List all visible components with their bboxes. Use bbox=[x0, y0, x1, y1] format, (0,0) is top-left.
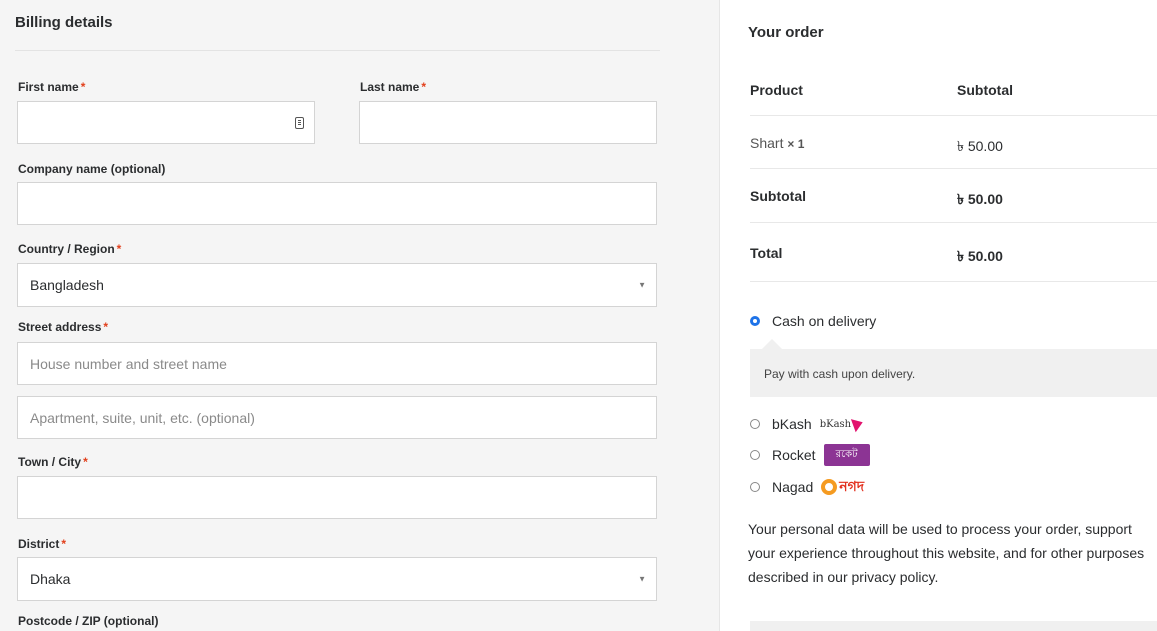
radio-selected-icon[interactable] bbox=[750, 316, 760, 326]
city-label-text: Town / City bbox=[18, 455, 82, 469]
district-label-text: District bbox=[18, 537, 60, 551]
total-value: ৳ 50.00 bbox=[957, 248, 1003, 264]
nagad-swirl-icon bbox=[821, 479, 838, 495]
country-value: Bangladesh bbox=[30, 277, 104, 293]
privacy-policy-link[interactable]: privacy policy bbox=[852, 569, 935, 585]
street-label: Street address * bbox=[18, 320, 108, 334]
row-divider bbox=[750, 115, 1157, 116]
payment-description-box: Pay with cash upon delivery. bbox=[750, 339, 1157, 397]
required-mark: * bbox=[116, 242, 122, 256]
company-label: Company name (optional) bbox=[18, 162, 166, 176]
required-mark: * bbox=[421, 80, 427, 94]
last-name-input[interactable] bbox=[359, 101, 657, 144]
subtotal-value: ৳ 50.00 bbox=[957, 191, 1003, 207]
first-name-label-text: First name bbox=[18, 80, 79, 94]
col-product-header: Product bbox=[750, 82, 803, 98]
payment-cod[interactable]: Cash on delivery bbox=[750, 313, 876, 329]
caret-down-icon: ▼ bbox=[638, 574, 646, 584]
cod-label: Cash on delivery bbox=[772, 313, 877, 329]
divider bbox=[15, 50, 660, 51]
radio-icon[interactable] bbox=[750, 450, 760, 460]
row-divider bbox=[750, 168, 1157, 169]
first-name-label: First name * bbox=[18, 80, 85, 94]
street-label-text: Street address bbox=[18, 320, 102, 334]
billing-details-panel: Billing details First name * Last name * C… bbox=[0, 0, 719, 631]
item-qty: × 1 bbox=[787, 137, 805, 151]
payment-rocket[interactable]: Rocket রকেট bbox=[750, 444, 870, 466]
nagad-label: Nagad bbox=[772, 479, 814, 495]
bkash-logo-text: bKash bbox=[819, 418, 852, 430]
postcode-label: Postcode / ZIP (optional) bbox=[18, 614, 159, 628]
last-name-label: Last name * bbox=[360, 80, 426, 94]
terms-box bbox=[750, 621, 1157, 631]
col-subtotal-header: Subtotal bbox=[957, 82, 1013, 98]
item-name-text: Shart bbox=[750, 135, 784, 151]
order-title: Your order bbox=[748, 24, 824, 41]
caret-down-icon: ▼ bbox=[638, 280, 646, 290]
contact-card-icon[interactable] bbox=[295, 116, 304, 129]
street-address-input[interactable]: House number and street name bbox=[17, 342, 657, 385]
row-divider bbox=[750, 281, 1157, 282]
rocket-label: Rocket bbox=[772, 447, 816, 463]
radio-icon[interactable] bbox=[750, 419, 760, 429]
bkash-label: bKash bbox=[772, 416, 812, 432]
required-mark: * bbox=[83, 455, 88, 469]
country-label-text: Country / Region bbox=[18, 242, 115, 256]
company-input[interactable] bbox=[17, 182, 657, 225]
privacy-notice: Your personal data will be used to proce… bbox=[748, 517, 1153, 589]
row-divider bbox=[750, 222, 1157, 223]
privacy-text-end: . bbox=[934, 569, 939, 585]
district-select[interactable]: Dhaka ▼ bbox=[17, 557, 657, 601]
required-mark: * bbox=[61, 537, 67, 551]
billing-title: Billing details bbox=[15, 14, 113, 31]
apartment-placeholder: Apartment, suite, unit, etc. (optional) bbox=[30, 409, 255, 426]
subtotal-label: Subtotal bbox=[750, 188, 806, 204]
nagad-logo-text: নগদ bbox=[839, 479, 865, 495]
first-name-input[interactable] bbox=[17, 101, 315, 144]
order-item-price: ৳ 50.00 bbox=[957, 138, 1003, 154]
country-label: Country / Region * bbox=[18, 242, 121, 256]
cod-description: Pay with cash upon delivery. bbox=[764, 367, 916, 381]
payment-nagad[interactable]: Nagad নগদ bbox=[750, 475, 864, 499]
nagad-logo: নগদ bbox=[821, 475, 864, 499]
order-review-panel: Your order Product Subtotal Shart × 1 ৳ … bbox=[720, 0, 1157, 631]
country-select[interactable]: Bangladesh ▼ bbox=[17, 263, 657, 307]
bkash-logo: bKash bbox=[819, 415, 866, 433]
district-value: Dhaka bbox=[30, 571, 71, 587]
district-label: District * bbox=[18, 537, 66, 551]
apartment-input[interactable]: Apartment, suite, unit, etc. (optional) bbox=[17, 396, 657, 439]
payment-bkash[interactable]: bKash bKash bbox=[750, 415, 866, 433]
total-label: Total bbox=[750, 245, 783, 261]
city-input[interactable] bbox=[17, 476, 657, 519]
radio-icon[interactable] bbox=[750, 482, 760, 492]
city-label: Town / City * bbox=[18, 455, 88, 469]
required-mark: * bbox=[103, 320, 109, 334]
bkash-bird-icon bbox=[851, 415, 866, 433]
required-mark: * bbox=[80, 80, 86, 94]
rocket-logo: রকেট bbox=[823, 444, 870, 466]
last-name-label-text: Last name bbox=[360, 80, 420, 94]
street-placeholder: House number and street name bbox=[30, 355, 227, 372]
order-item-name: Shart × 1 bbox=[750, 135, 804, 151]
privacy-text: Your personal data will be used to proce… bbox=[748, 521, 1145, 585]
